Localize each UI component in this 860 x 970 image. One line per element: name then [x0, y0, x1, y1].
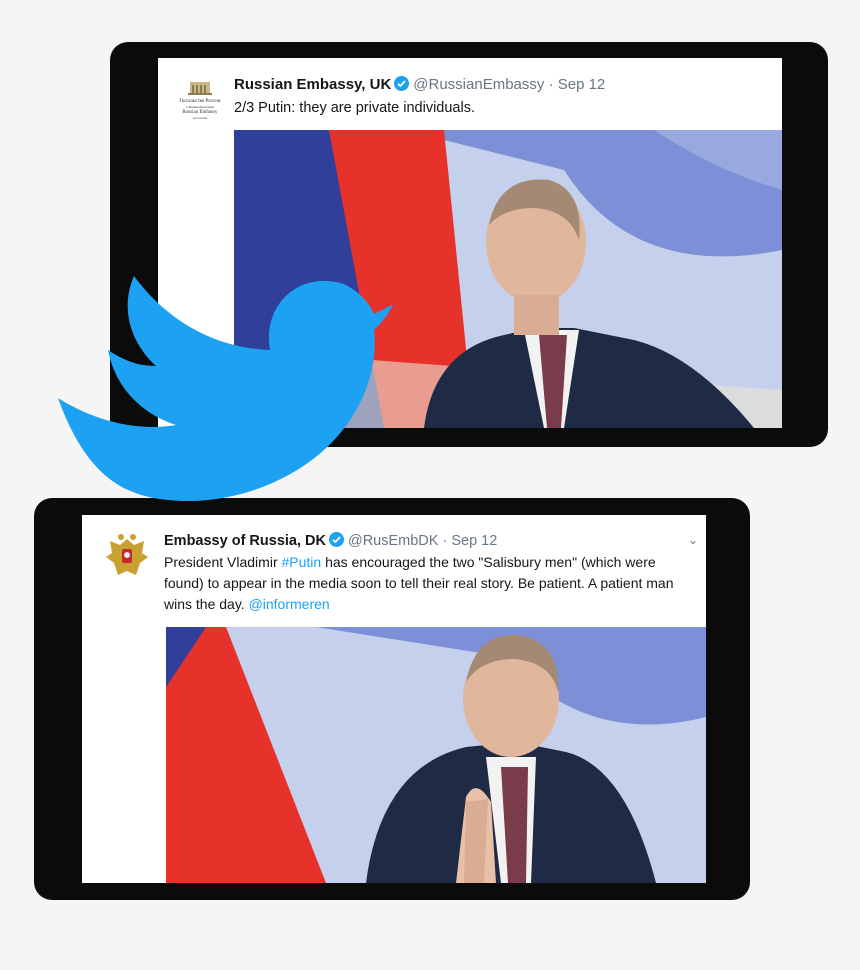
avatar-line-3: Russian Embassy	[182, 110, 218, 115]
avatar-line-1: Посольство России	[179, 99, 221, 104]
handle[interactable]: @RussianEmbassy	[413, 76, 544, 93]
avatar[interactable]	[104, 531, 150, 581]
separator: ·	[544, 76, 558, 93]
tweet-text-part-1: President Vladimir	[164, 554, 282, 570]
tweet-header: Russian Embassy, UK @RussianEmbassy · Sep…	[234, 76, 605, 93]
tweet-text: President Vladimir #Putin has encouraged…	[164, 552, 694, 615]
separator: ·	[438, 533, 452, 549]
tweet-header: Embassy of Russia, DK @RusEmbDK · Sep 12	[164, 532, 497, 549]
verified-badge-icon	[394, 76, 410, 91]
handle[interactable]: @RusEmbDK	[348, 533, 438, 549]
tweet-text: 2/3 Putin: they are private individuals.	[234, 100, 475, 116]
coat-of-arms-icon	[106, 534, 148, 575]
avatar-caption: Посольство России в Великобритании Russi…	[170, 98, 230, 120]
tweet-photo[interactable]	[166, 627, 706, 883]
tweet-date[interactable]: Sep 12	[558, 76, 606, 93]
tweet-card-embassy-of-russia-dk[interactable]: Embassy of Russia, DK @RusEmbDK · Sep 12 …	[82, 515, 706, 883]
verified-badge-icon	[328, 532, 344, 547]
mention-link[interactable]: @informeren	[249, 596, 330, 612]
tweet-date[interactable]: Sep 12	[451, 533, 497, 549]
avatar-line-4: in London	[192, 116, 208, 120]
putin-photo-image	[166, 627, 706, 883]
avatar[interactable]: Посольство России в Великобритании Russi…	[170, 78, 230, 138]
display-name[interactable]: Embassy of Russia, DK	[164, 533, 326, 549]
hashtag-link[interactable]: #Putin	[282, 554, 322, 570]
twitter-bird-icon	[48, 270, 393, 525]
display-name[interactable]: Russian Embassy, UK	[234, 76, 391, 93]
chevron-down-icon[interactable]: ⌄	[688, 533, 698, 547]
